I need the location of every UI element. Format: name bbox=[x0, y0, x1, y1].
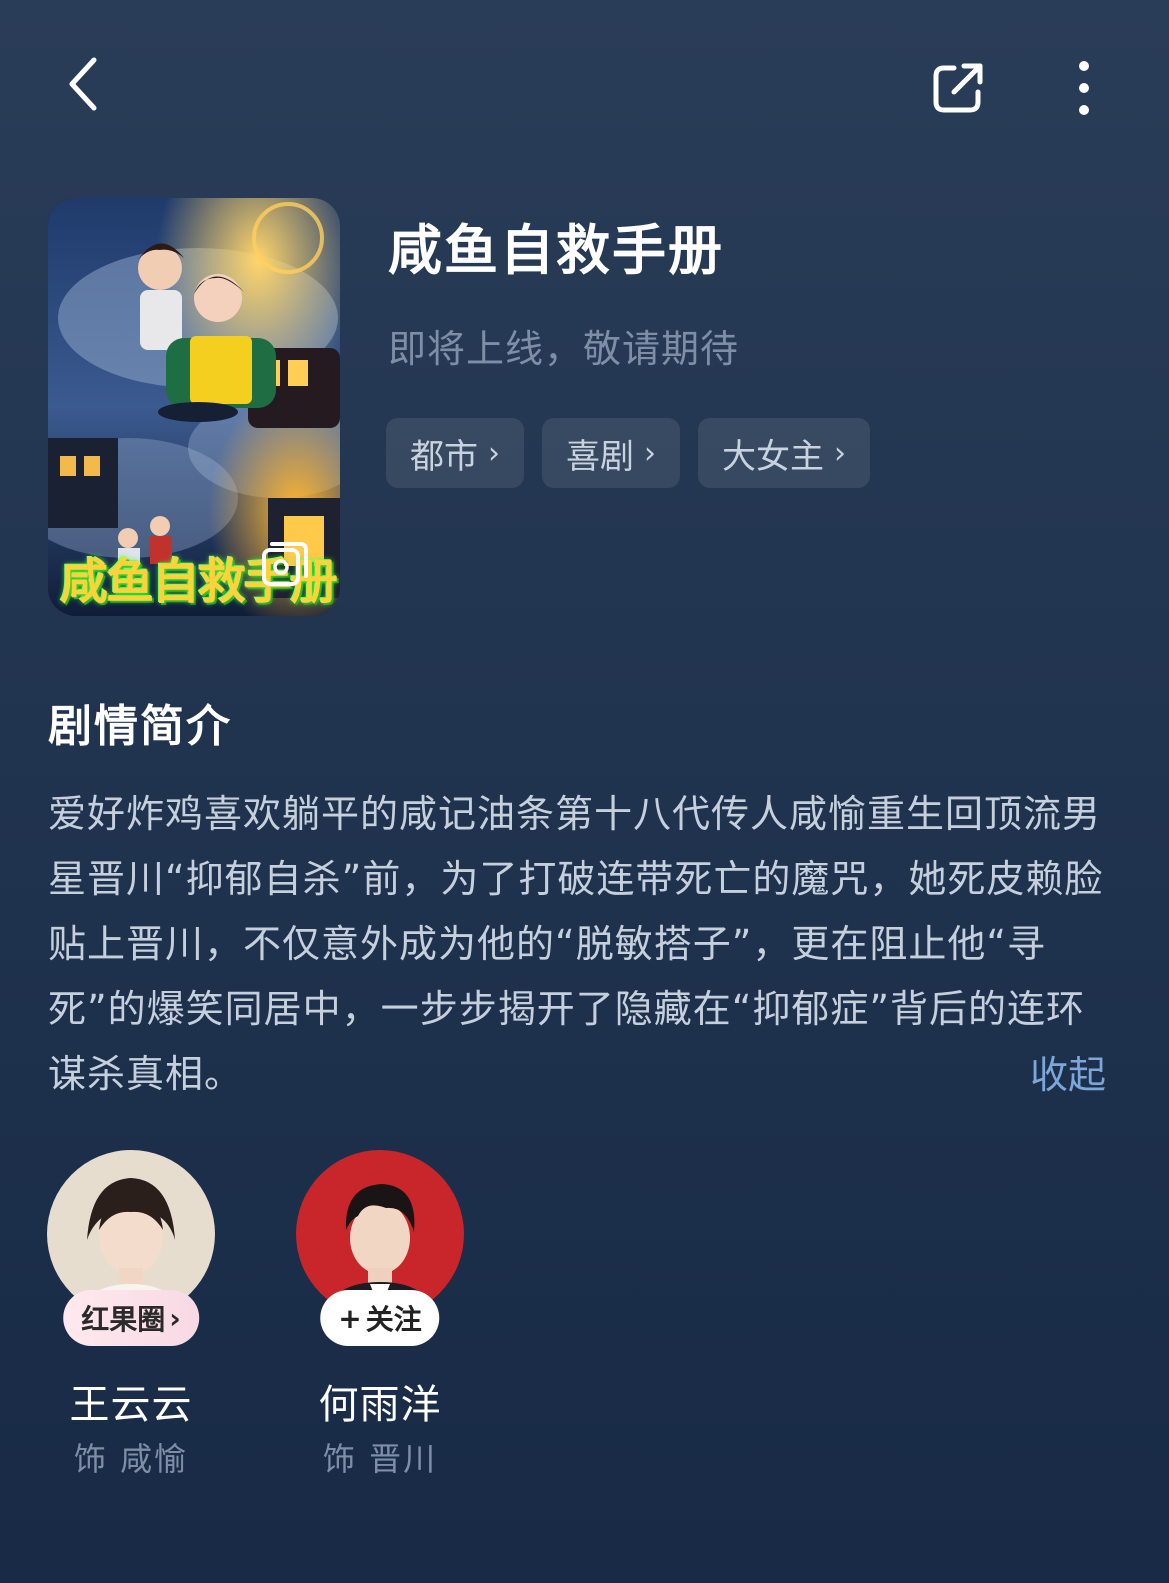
chevron-right-icon: › bbox=[169, 1301, 181, 1335]
cast-member[interactable]: + 关注 何雨洋 饰 晋川 bbox=[295, 1150, 465, 1478]
drama-title: 咸鱼自救手册 bbox=[388, 219, 724, 282]
top-bar bbox=[0, 0, 1169, 170]
share-external-icon bbox=[933, 63, 983, 113]
chevron-right-icon: › bbox=[644, 435, 656, 471]
tag-urban[interactable]: 都市 › bbox=[386, 418, 524, 488]
synopsis-heading: 剧情简介 bbox=[48, 701, 232, 752]
chevron-left-icon bbox=[69, 57, 97, 111]
cast-member[interactable]: 红果圈 › 王云云 饰 咸愉 bbox=[46, 1150, 216, 1478]
tag-label: 喜剧 bbox=[566, 436, 634, 477]
tag-label: 大女主 bbox=[722, 436, 824, 477]
red-fruit-circle-badge[interactable]: 红果圈 › bbox=[63, 1290, 199, 1346]
actor-name: 何雨洋 bbox=[318, 1382, 442, 1428]
more-button[interactable] bbox=[1048, 52, 1120, 124]
chevron-right-icon: › bbox=[488, 435, 500, 471]
badge-label: 红果圈 bbox=[81, 1303, 166, 1336]
share-button[interactable] bbox=[922, 52, 994, 124]
chevron-right-icon: › bbox=[834, 435, 846, 471]
more-vertical-icon bbox=[1079, 61, 1089, 115]
tag-label: 都市 bbox=[410, 436, 478, 477]
follow-button[interactable]: + 关注 bbox=[320, 1290, 440, 1346]
actor-name: 王云云 bbox=[69, 1382, 193, 1428]
badge-label: 关注 bbox=[365, 1303, 422, 1336]
synopsis-text: 爱好炸鸡喜欢躺平的咸记油条第十八代传人咸愉重生回顶流男星晋川“抑郁自杀”前，为了… bbox=[48, 792, 1104, 1096]
plus-icon: + bbox=[338, 1301, 362, 1335]
genre-tags: 都市 › 喜剧 › 大女主 › bbox=[386, 418, 870, 488]
back-button[interactable] bbox=[48, 48, 120, 120]
release-status: 即将上线，敬请期待 bbox=[388, 327, 740, 371]
tag-comedy[interactable]: 喜剧 › bbox=[542, 418, 680, 488]
collapse-button[interactable]: 收起 bbox=[1030, 1044, 1106, 1099]
tag-female-lead[interactable]: 大女主 › bbox=[698, 418, 870, 488]
actor-role: 饰 咸愉 bbox=[73, 1440, 189, 1478]
actor-role: 饰 晋川 bbox=[322, 1440, 438, 1478]
gallery-icon[interactable] bbox=[258, 536, 314, 592]
